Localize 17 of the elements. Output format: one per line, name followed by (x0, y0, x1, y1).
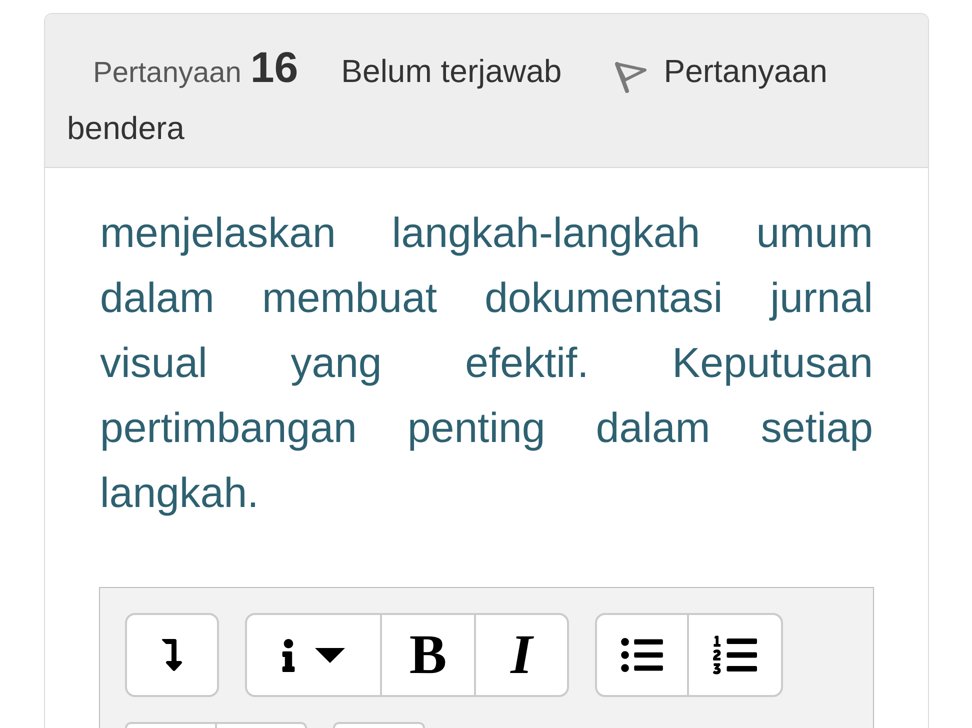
flag-question-link[interactable]: Pertanyaan (614, 41, 828, 101)
question-label: Pertanyaan (93, 56, 242, 91)
bullet-list-icon (621, 638, 663, 672)
bold-button[interactable]: B (380, 613, 476, 697)
caret-down-icon (315, 648, 345, 662)
question-number: 16 (250, 43, 298, 94)
question-status: Belum terjawab (341, 52, 562, 91)
info-icon (282, 638, 295, 672)
italic-button[interactable]: I (474, 613, 569, 697)
numbered-list-icon (713, 633, 757, 677)
question-text: menjelaskan langkah-langkah umum dalam membuat dokumentasi jurnal visual yang efektif. Keputusan pertimbangan penting dalam setiap langkah. (100, 208, 873, 518)
bullet-list-button[interactable] (595, 613, 689, 697)
toolbar-toggle-button[interactable] (125, 613, 219, 697)
style-dropdown-button[interactable] (245, 613, 382, 697)
flag-question-link[interactable]: bendera (67, 98, 184, 158)
numbered-list-button[interactable] (687, 613, 783, 697)
turn-down-arrow-icon (162, 639, 182, 671)
